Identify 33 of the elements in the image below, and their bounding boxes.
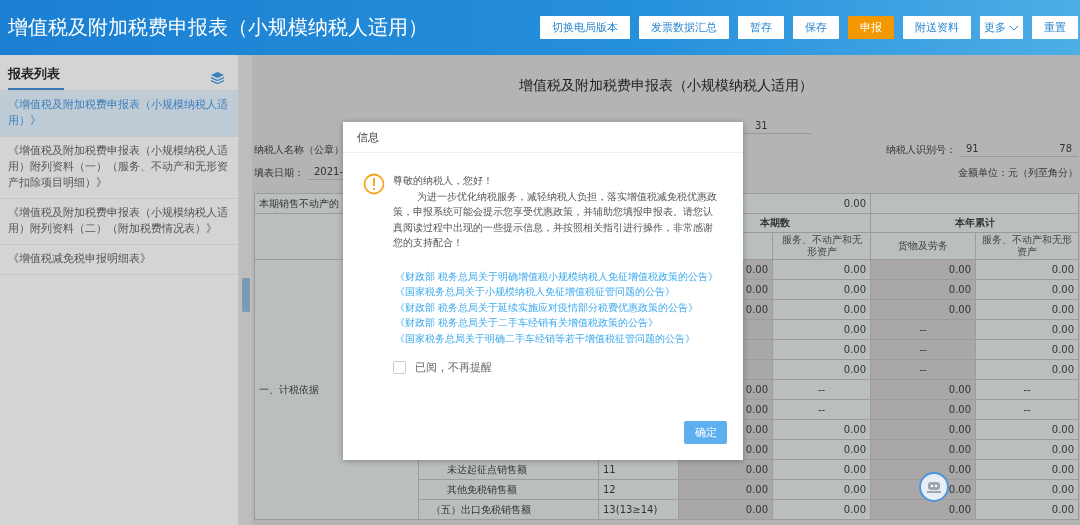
- toolbar-button[interactable]: 切换电局版本: [540, 16, 630, 39]
- toolbar-button[interactable]: 保存: [793, 16, 839, 39]
- form-title: 增值税及附加税费申报表（小规模纳税人适用）: [518, 77, 814, 95]
- toolbar-button[interactable]: 申报: [848, 16, 894, 39]
- chevron-down-icon: [1009, 24, 1019, 31]
- id-prefix-text: 91: [966, 143, 979, 154]
- greeting-text: 尊敬的纳税人，您好！: [393, 174, 494, 188]
- layers-icon[interactable]: [211, 71, 224, 84]
- field-label: 纳税人名称（公章）: [254, 143, 344, 157]
- confirm-button[interactable]: 确定: [684, 421, 727, 444]
- warning-icon: [363, 173, 385, 195]
- field-value: 31: [755, 120, 768, 131]
- toolbar-button[interactable]: 重置: [1032, 16, 1078, 39]
- column-header: 服务、不动产和无形资产: [975, 232, 1079, 260]
- field-label: 填表日期：: [254, 166, 304, 180]
- toolbar-button[interactable]: 附送资料: [903, 16, 971, 39]
- toolbar-button[interactable]: 暂存: [738, 16, 784, 39]
- column-header: 服务、不动产和无形资产: [772, 232, 871, 260]
- field-label: 纳税人识别号：: [886, 143, 956, 157]
- report-list-item[interactable]: 《增值税及附加税费申报表（小规模纳税人适用）附列资料（二）（附加税费情况表）》: [0, 199, 238, 245]
- id-suffix-text: 78: [1059, 143, 1072, 154]
- more-menu-button[interactable]: 更多: [980, 16, 1023, 39]
- unit-note: 金额单位：元（列至角分）: [958, 166, 1078, 180]
- column-header: 货物及劳务: [870, 232, 976, 260]
- checkbox[interactable]: [393, 361, 406, 374]
- dialog-title: 信息: [357, 129, 379, 145]
- toolbar-button[interactable]: 发票数据汇总: [639, 16, 729, 39]
- report-list-item[interactable]: 《增值税及附加税费申报表（小规模纳税人适用）》: [0, 91, 238, 137]
- report-list-item[interactable]: 《增值税及附加税费申报表（小规模纳税人适用）附列资料（一）（服务、不动产和无形资产扣除项目明细）》: [0, 137, 238, 199]
- report-list-item[interactable]: 《增值税减免税申报明细表》: [0, 245, 238, 275]
- collapse-handle[interactable]: [241, 278, 250, 312]
- field-value: 2021-: [314, 166, 344, 177]
- page-title: 增值税及附加税费申报表（小规模纳税人适用）: [8, 14, 428, 41]
